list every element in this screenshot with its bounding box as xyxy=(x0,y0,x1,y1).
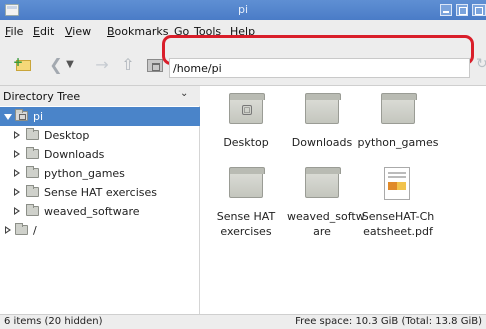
tree-item-pi[interactable]: pi xyxy=(0,107,200,126)
file-label: Downloads xyxy=(291,136,353,149)
window-title: pi xyxy=(237,3,249,16)
menu-edit[interactable]: Edit xyxy=(33,25,54,38)
file-label: Sense HAT exercises xyxy=(216,210,276,238)
chevron-down-icon[interactable]: ⌄ xyxy=(180,88,188,99)
pdf-file-icon xyxy=(384,167,410,200)
folder-icon xyxy=(15,223,28,235)
status-bar: 6 items (20 hidden) Free space: 10.3 GiB… xyxy=(0,314,486,329)
tree-item-root[interactable]: / xyxy=(0,221,200,240)
file-item-downloads[interactable]: Downloads xyxy=(284,90,360,150)
file-label: Desktop xyxy=(223,136,269,149)
file-item-sensehat-cheatsheet[interactable]: SenseHAT-Cheatsheet.pdf xyxy=(360,164,436,238)
new-tab-icon[interactable] xyxy=(13,52,34,75)
expander-closed-icon[interactable] xyxy=(12,206,22,216)
expander-open-icon[interactable] xyxy=(3,111,13,121)
sidebar-header[interactable]: Directory Tree ⌄ xyxy=(0,86,200,106)
desktop-folder-icon: □ xyxy=(229,93,265,124)
up-icon[interactable]: ⇧ xyxy=(118,55,138,75)
directory-tree-panel: Directory Tree ⌄ pi Desktop Downloads py… xyxy=(0,86,200,314)
folder-icon xyxy=(26,185,39,197)
tree-item-downloads[interactable]: Downloads xyxy=(0,145,200,164)
tree-item-label: Desktop xyxy=(44,129,90,142)
file-label: SenseHAT-Cheatsheet.pdf xyxy=(361,210,435,238)
folder-icon xyxy=(381,93,417,124)
maximize-button[interactable] xyxy=(456,4,468,16)
file-view[interactable]: □ Desktop Downloads python_games Sense H… xyxy=(201,86,486,314)
back-icon[interactable]: ❮ xyxy=(46,55,66,75)
home-folder-icon xyxy=(15,109,28,121)
title-bar: pi xyxy=(0,0,486,20)
tree-item-label: Downloads xyxy=(44,148,105,161)
expander-closed-icon[interactable] xyxy=(12,149,22,159)
folder-icon xyxy=(26,147,39,159)
forward-icon[interactable]: → xyxy=(92,55,112,75)
close-button[interactable] xyxy=(472,4,486,16)
free-space: Free space: 10.3 GiB (Total: 13.8 GiB) xyxy=(295,316,482,327)
item-count: 6 items (20 hidden) xyxy=(4,316,103,327)
expander-closed-icon[interactable] xyxy=(12,168,22,178)
expander-closed-icon[interactable] xyxy=(12,187,22,197)
menu-view[interactable]: View xyxy=(65,25,91,38)
file-item-weaved-software[interactable]: weaved_softw are xyxy=(284,164,365,238)
tree-item-label: Sense HAT exercises xyxy=(44,186,158,199)
folder-icon xyxy=(26,204,39,216)
file-label: weaved_softw are xyxy=(287,210,365,238)
folder-icon xyxy=(26,128,39,140)
file-item-sense-hat-exercises[interactable]: Sense HAT exercises xyxy=(208,164,284,238)
file-item-desktop[interactable]: □ Desktop xyxy=(208,90,284,150)
minimize-button[interactable] xyxy=(440,4,452,16)
tree-item-label: weaved_software xyxy=(44,205,140,218)
folder-icon xyxy=(305,167,341,198)
expander-closed-icon[interactable] xyxy=(12,130,22,140)
tree-item-desktop[interactable]: Desktop xyxy=(0,126,200,145)
sidebar-title: Directory Tree xyxy=(3,90,81,103)
menu-bookmarks[interactable]: Bookmarks xyxy=(107,25,168,38)
tree-item-label: python_games xyxy=(44,167,125,180)
file-label: python_games xyxy=(357,136,439,149)
folder-icon xyxy=(305,93,341,124)
folder-icon xyxy=(229,167,265,198)
menu-file[interactable]: File xyxy=(5,25,23,38)
tree-item-label: pi xyxy=(33,110,44,123)
tree-item-sense-hat-exercises[interactable]: Sense HAT exercises xyxy=(0,183,200,202)
go-icon[interactable]: ↻ xyxy=(476,56,486,78)
tree-item-weaved-software[interactable]: weaved_software xyxy=(0,202,200,221)
desktop-mark-icon: □ xyxy=(242,105,252,115)
tree-item-python-games[interactable]: python_games xyxy=(0,164,200,183)
expander-closed-icon[interactable] xyxy=(3,225,13,235)
location-input[interactable] xyxy=(169,58,470,78)
back-history-icon[interactable]: ▼ xyxy=(64,55,76,75)
tree-item-label: / xyxy=(33,224,37,237)
file-item-python-games[interactable]: python_games xyxy=(358,90,438,150)
folder-icon xyxy=(26,166,39,178)
